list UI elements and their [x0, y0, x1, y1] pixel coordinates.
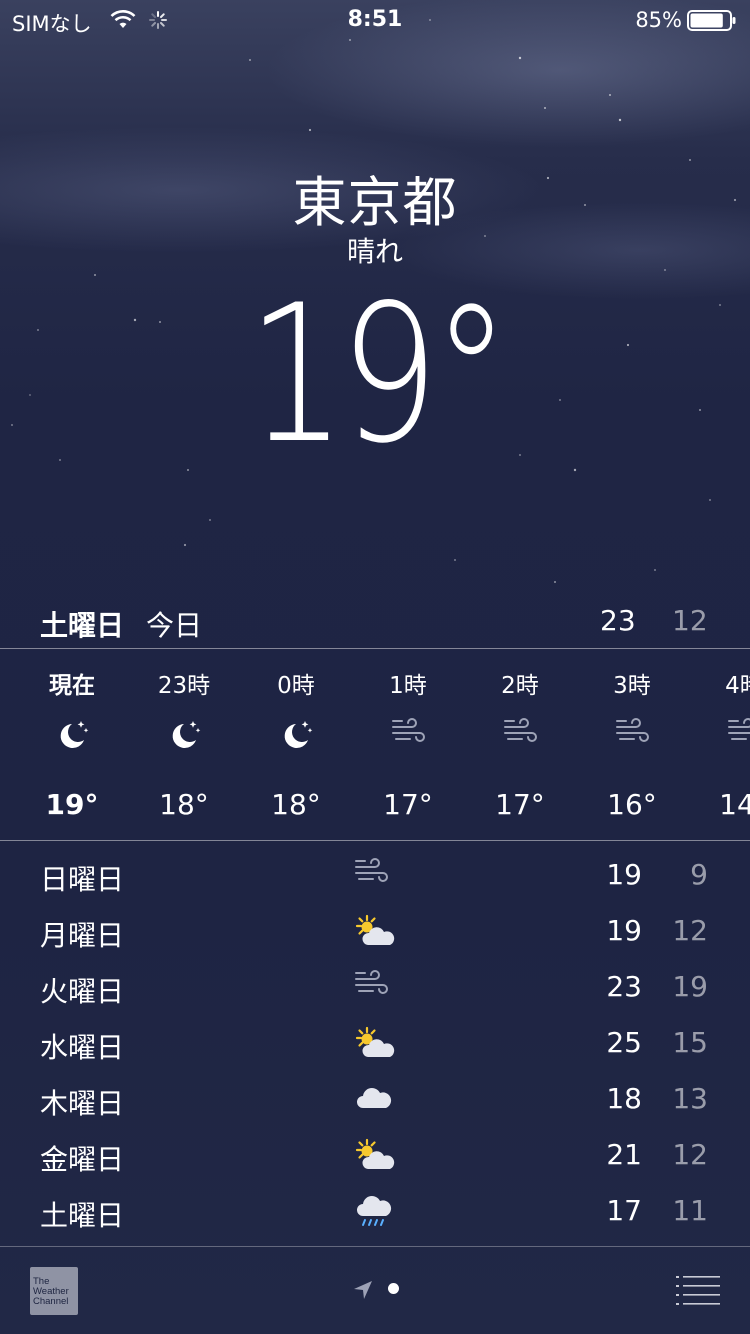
rain-cloud-icon [353, 1194, 393, 1235]
hourly-forecast[interactable]: 現在 19° 23時 18° 0時 18° 1時 17° 2時 17° 3時 16° 4時 14° [0, 650, 750, 840]
daily-low: 19 [672, 970, 708, 1003]
hourly-time: 3時 [613, 673, 651, 699]
daily-high: 18 [606, 1082, 642, 1115]
daily-row: 木曜日 18 13 [0, 1070, 750, 1126]
partly-sunny-icon [353, 1138, 397, 1179]
daily-low: 9 [690, 858, 708, 891]
today-label: 今日 [146, 609, 203, 642]
logo-line: Channel [33, 1296, 69, 1307]
daily-low: 12 [672, 1138, 708, 1171]
daily-day: 土曜日 [40, 1199, 125, 1232]
daily-row: 土曜日 17 11 [0, 1182, 750, 1238]
status-bar: SIMなし 8:51 85% [0, 0, 750, 40]
wind-icon [726, 718, 750, 750]
hourly-temp: 18° [159, 788, 209, 821]
daily-high: 25 [606, 1026, 642, 1059]
hourly-temp: 19° [45, 788, 99, 821]
hourly-temp: 18° [271, 788, 321, 821]
wind-icon [502, 718, 542, 750]
daily-low: 15 [672, 1026, 708, 1059]
daily-low: 13 [672, 1082, 708, 1115]
daily-high: 17 [606, 1194, 642, 1227]
partly-sunny-icon [353, 1026, 397, 1067]
weather-screen: SIMなし 8:51 85% 東京都 晴れ 19° 土曜日 今日 23 12 現… [0, 0, 750, 1334]
daily-day: 水曜日 [40, 1031, 125, 1064]
daily-high: 21 [606, 1138, 642, 1171]
today-low: 12 [672, 604, 708, 637]
today-day: 土曜日 [40, 609, 125, 642]
moon-stars-icon [166, 718, 202, 756]
list-icon[interactable] [676, 1275, 720, 1305]
city-name: 東京都 [292, 171, 458, 234]
daily-low: 12 [672, 914, 708, 947]
wind-icon [353, 970, 393, 1005]
current-temperature-wrap: 19° [0, 280, 750, 470]
daily-row: 日曜日 19 9 [0, 846, 750, 902]
hourly-temp: 16° [607, 788, 657, 821]
daily-row: 月曜日 19 12 [0, 902, 750, 958]
battery-percent: 85% [635, 8, 682, 32]
divider-top [0, 648, 750, 649]
wind-icon [614, 718, 654, 750]
current-temperature: 19° [246, 264, 510, 485]
daily-row: 水曜日 25 15 [0, 1014, 750, 1070]
daily-row: 金曜日 21 12 [0, 1126, 750, 1182]
hourly-time: 2時 [501, 673, 539, 699]
daily-high: 19 [606, 914, 642, 947]
wind-icon [390, 718, 430, 750]
daily-forecast: 日曜日 19 9 月曜日 19 12 火曜日 23 19 水曜日 25 15 木曜日 18 13 金曜日 21 1… [0, 846, 750, 1238]
moon-stars-icon [278, 718, 314, 756]
hourly-temp: 17° [495, 788, 545, 821]
daily-day: 金曜日 [40, 1143, 125, 1176]
bottom-bar: The Weather Channel [0, 1247, 750, 1334]
cloud-icon [353, 1082, 393, 1119]
daily-high: 19 [606, 858, 642, 891]
daily-day: 火曜日 [40, 975, 125, 1008]
hourly-temp: 17° [383, 788, 433, 821]
daily-day: 日曜日 [40, 863, 125, 896]
divider-middle [0, 840, 750, 841]
hourly-time: 0時 [277, 673, 315, 699]
weather-channel-logo[interactable]: The Weather Channel [30, 1267, 78, 1315]
battery-icon [687, 10, 736, 31]
daily-high: 23 [606, 970, 642, 1003]
today-high: 23 [600, 604, 636, 637]
daily-day: 月曜日 [40, 919, 125, 952]
moon-stars-icon [54, 718, 90, 756]
daily-low: 11 [672, 1194, 708, 1227]
daily-day: 木曜日 [40, 1087, 125, 1120]
daily-row: 火曜日 23 19 [0, 958, 750, 1014]
hourly-time: 1時 [389, 673, 427, 699]
partly-sunny-icon [353, 914, 397, 955]
hourly-temp: 14° [719, 788, 750, 821]
today-summary: 土曜日 今日 23 12 [0, 600, 750, 646]
location-arrow-icon[interactable] [352, 1279, 374, 1301]
wind-icon [353, 858, 393, 893]
hourly-time: 4時 [725, 673, 750, 699]
hourly-time: 23時 [157, 673, 211, 699]
page-dot-icon[interactable] [388, 1283, 399, 1294]
hourly-time: 現在 [49, 673, 95, 699]
